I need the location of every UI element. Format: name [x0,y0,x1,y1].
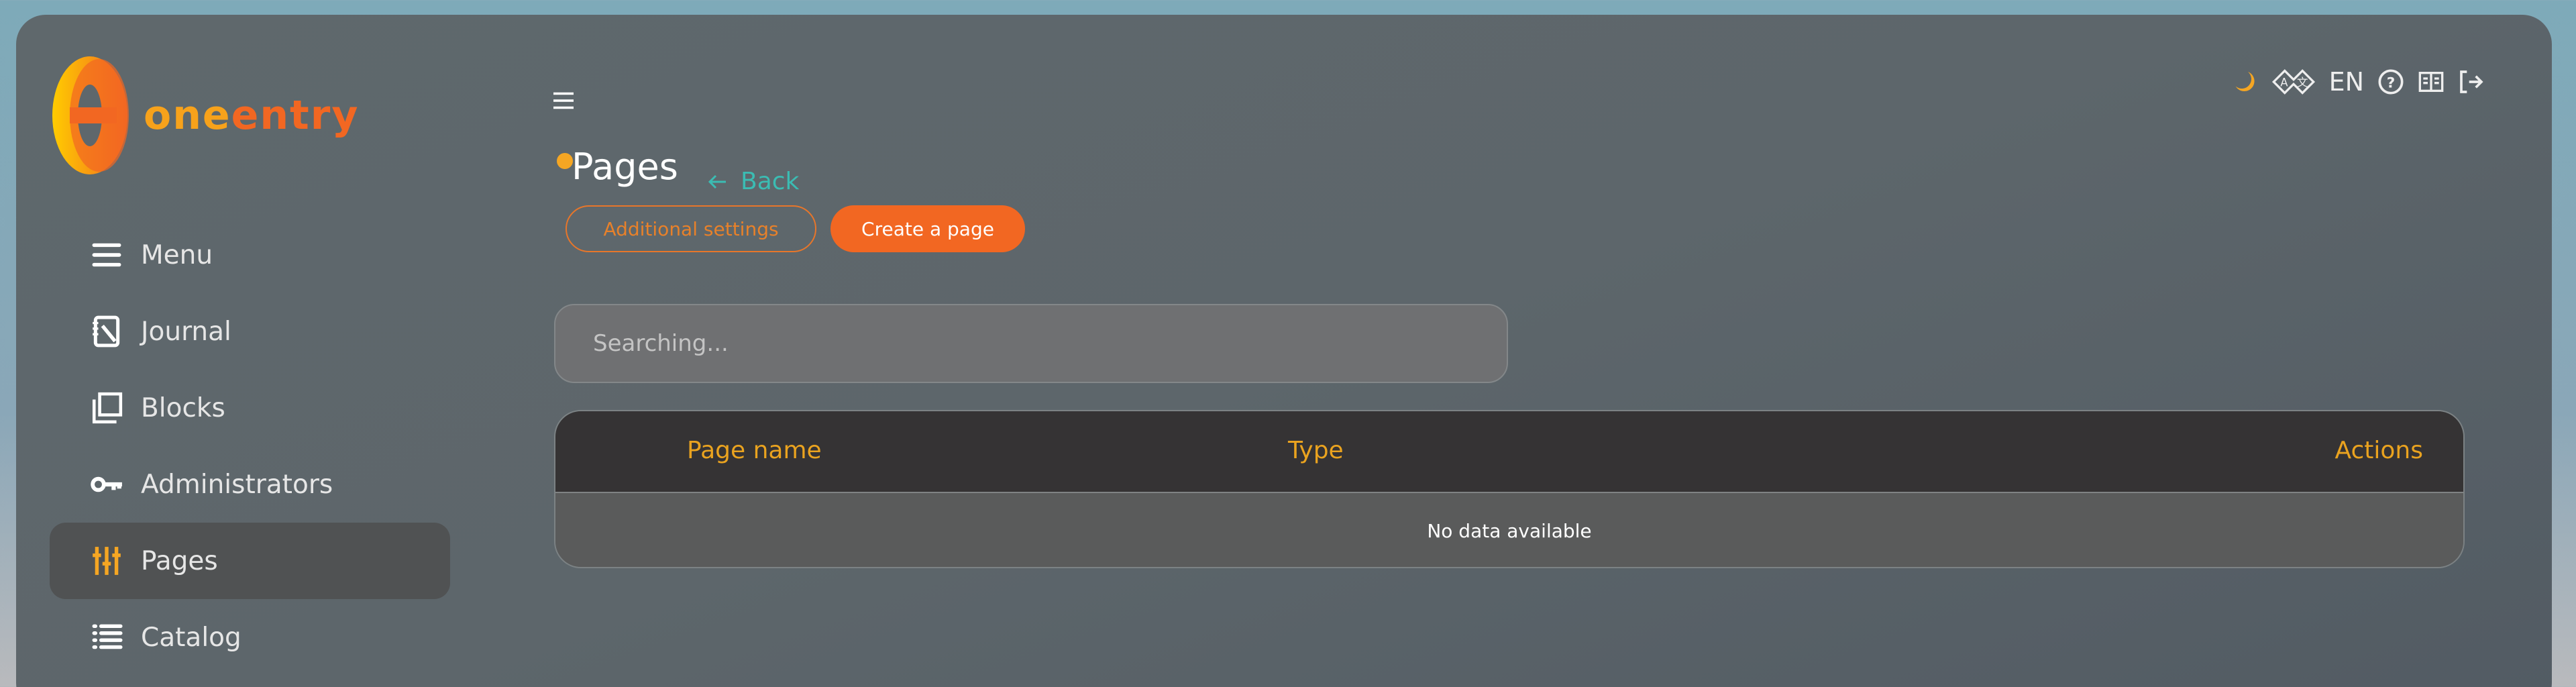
additional-settings-button[interactable]: Additional settings [566,205,816,252]
hamburger-menu-icon[interactable] [551,89,576,113]
journal-icon [93,315,120,348]
sidebar-item-label: Journal [141,316,231,347]
translate-icon[interactable]: A文 [2271,68,2316,95]
column-page-name[interactable]: Page name [687,437,822,464]
arrow-left-icon [708,174,726,189]
page-title: Pages [572,146,678,188]
menu-icon [92,243,121,267]
sidebar-item-blocks[interactable]: Blocks [50,370,450,446]
sidebar-item-journal[interactable]: Journal [50,293,450,370]
sidebar-item-label: Administrators [141,469,333,500]
list-icon [92,624,123,649]
sidebar-item-label: Blocks [141,392,225,423]
sidebar-item-administrators[interactable]: Administrators [50,446,450,523]
logo-text: oneentry [144,92,359,139]
moon-icon[interactable] [2231,68,2258,95]
oneentry-logo-icon [52,56,129,174]
column-actions: Actions [2334,437,2423,464]
empty-row: No data available [555,493,2463,567]
svg-text:?: ? [2387,74,2396,91]
language-selector[interactable]: EN [2329,67,2364,97]
svg-text:文: 文 [2297,76,2308,89]
header-toolbar: A文 EN ? [2231,67,2485,97]
sidebar-item-catalog[interactable]: Catalog [50,599,450,676]
sliders-icon [93,547,121,575]
column-type[interactable]: Type [1288,437,1344,464]
pages-table: Page name Type Actions No data available [554,410,2465,568]
back-link[interactable]: Back [704,168,799,195]
sidebar-item-menu[interactable]: Menu [50,217,450,293]
sidebar-item-label: Pages [141,545,218,576]
key-icon [91,476,122,492]
book-icon[interactable] [2418,68,2445,95]
search-input[interactable]: Searching... [554,304,1508,383]
create-page-button[interactable]: Create a page [830,205,1025,252]
logo-text-one: one [144,92,231,139]
sidebar-item-pages[interactable]: Pages [50,523,450,599]
logo[interactable]: oneentry [50,55,359,176]
blocks-icon [92,392,123,424]
help-icon[interactable]: ? [2377,68,2404,95]
svg-text:A: A [2280,76,2288,89]
status-dot [557,153,573,169]
sidebar-item-label: Menu [141,240,213,270]
main-panel: oneentry Menu Journal Blocks Administrat… [16,15,2552,687]
logout-icon[interactable] [2458,68,2485,95]
table-header: Page name Type Actions [555,411,2463,493]
sidebar-item-label: Catalog [141,622,241,653]
back-label: Back [741,168,800,195]
logo-text-entry: entry [231,92,360,139]
